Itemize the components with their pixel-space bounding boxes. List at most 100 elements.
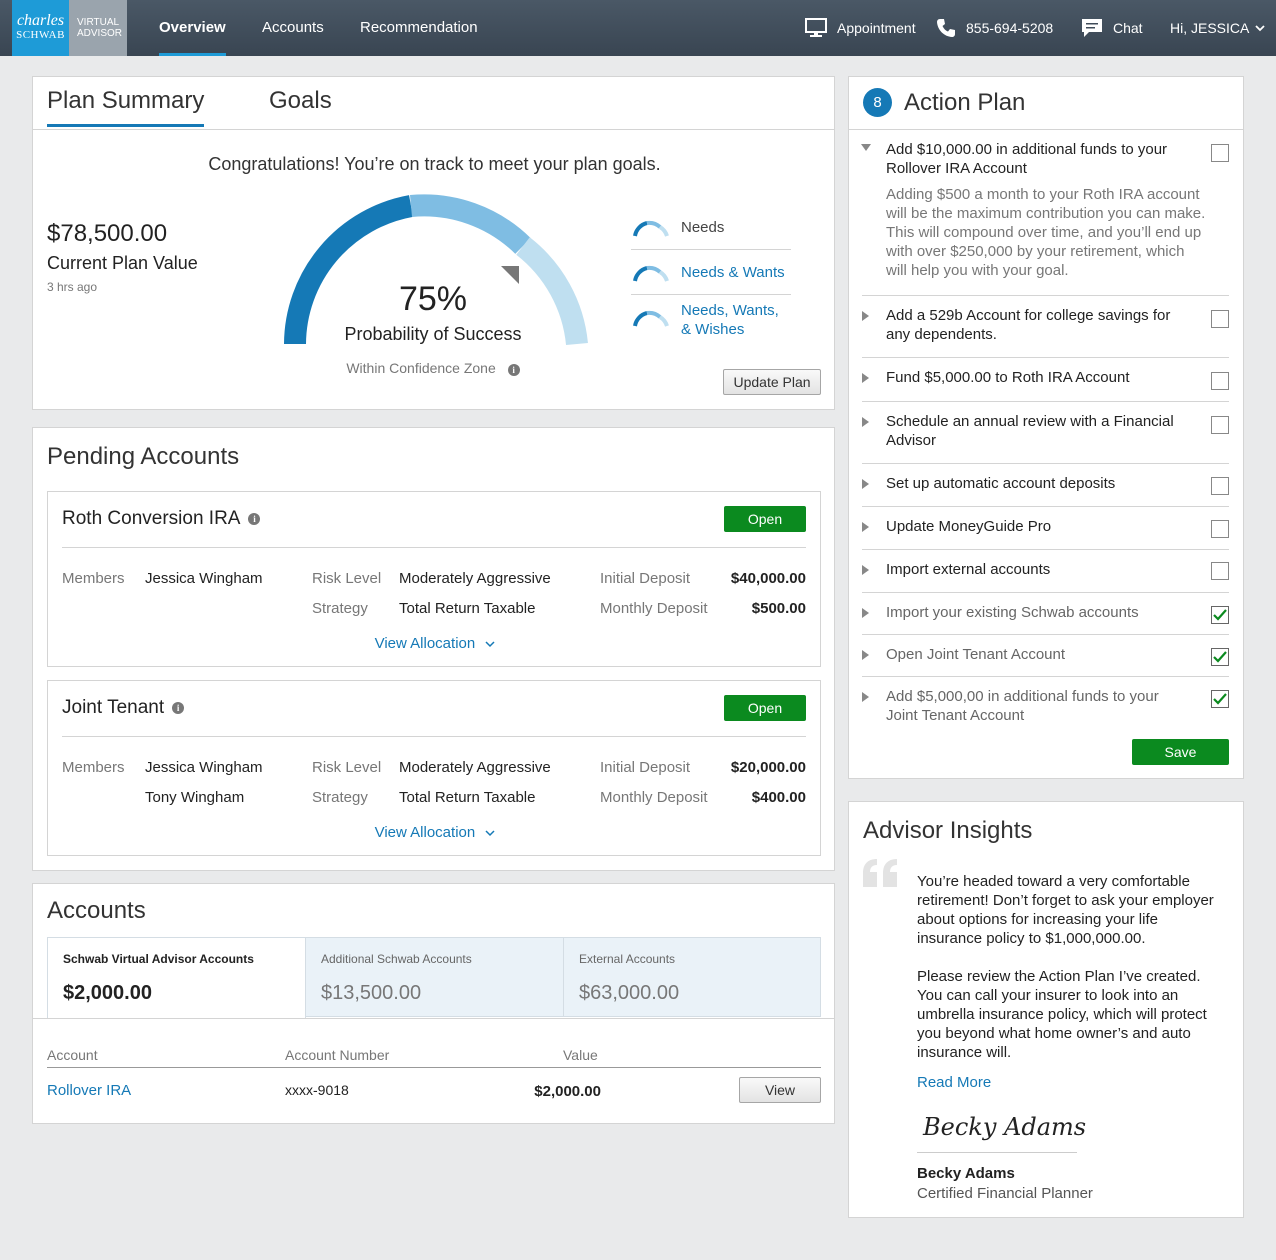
- user-greeting: Hi, JESSICA: [1170, 20, 1250, 36]
- advisor-signature: Becky Adams: [923, 1113, 1087, 1141]
- nav-tab-recommendation[interactable]: Recommendation: [360, 0, 478, 56]
- open-button[interactable]: Open: [724, 506, 806, 532]
- user-menu[interactable]: Hi, JESSICA: [1170, 0, 1265, 56]
- tile-schwab-virtual-advisor[interactable]: Schwab Virtual Advisor Accounts $2,000.0…: [47, 937, 306, 1018]
- risk-label: Risk Level: [312, 570, 382, 587]
- caret-right-icon[interactable]: [862, 479, 869, 489]
- chat-label: Chat: [1113, 20, 1143, 36]
- risk-value: Moderately Aggressive: [399, 759, 551, 776]
- action-checkbox[interactable]: [1211, 477, 1229, 495]
- advisor-title: Certified Financial Planner: [917, 1185, 1093, 1202]
- caret-right-icon[interactable]: [862, 522, 869, 532]
- plan-tabs: Plan Summary Goals: [33, 77, 835, 130]
- tab-goals[interactable]: Goals: [269, 87, 332, 115]
- appointment-label: Appointment: [837, 20, 916, 36]
- action-item[interactable]: Import your existing Schwab accounts: [862, 593, 1229, 635]
- action-item[interactable]: Add $10,000.00 in additional funds to yo…: [861, 130, 1229, 296]
- divider: [62, 736, 806, 737]
- top-nav: charles SCHWAB VIRTUAL ADVISOR Overview …: [0, 0, 1276, 56]
- caret-right-icon[interactable]: [862, 417, 869, 427]
- caret-right-icon[interactable]: [862, 311, 869, 321]
- action-item[interactable]: Open Joint Tenant Account: [862, 635, 1229, 677]
- caret-right-icon[interactable]: [862, 373, 869, 383]
- action-checkbox-checked[interactable]: [1211, 648, 1229, 666]
- action-checkbox[interactable]: [1211, 562, 1229, 580]
- action-item[interactable]: Update MoneyGuide Pro: [862, 507, 1229, 550]
- monthly-deposit-label: Monthly Deposit: [600, 600, 708, 617]
- info-icon[interactable]: i: [248, 513, 261, 525]
- gauge-mini-icon: [633, 220, 669, 237]
- strategy-label: Strategy: [312, 789, 368, 806]
- gauge-mini-icon: [633, 310, 669, 327]
- on-track-message: Congratulations! You’re on track to meet…: [208, 154, 661, 174]
- confidence-zone: Within Confidence Zone i: [273, 360, 593, 376]
- action-plan-header: 8 Action Plan: [849, 77, 1243, 130]
- caret-down-icon[interactable]: [861, 144, 871, 151]
- action-checkbox-checked[interactable]: [1211, 606, 1229, 624]
- monthly-deposit-value: $400.00: [751, 789, 806, 806]
- nav-tab-accounts[interactable]: Accounts: [262, 0, 324, 56]
- pending-accounts-title: Pending Accounts: [47, 443, 240, 470]
- update-plan-button[interactable]: Update Plan: [723, 369, 821, 395]
- legend-wishes-line2: & Wishes: [681, 321, 745, 338]
- plan-value: $78,500.00: [47, 220, 168, 247]
- caret-right-icon[interactable]: [862, 650, 869, 660]
- accounts-card: Accounts Schwab Virtual Advisor Accounts…: [32, 883, 835, 1124]
- tile-additional-schwab[interactable]: Additional Schwab Accounts $13,500.00: [305, 937, 564, 1017]
- chevron-down-icon: [485, 641, 495, 648]
- action-checkbox[interactable]: [1211, 416, 1229, 434]
- action-description: Adding $500 a month to your Roth IRA acc…: [886, 186, 1206, 279]
- plan-summary-card: Plan Summary Goals Congratulations! You’…: [32, 76, 835, 410]
- tab-plan-summary[interactable]: Plan Summary: [47, 87, 205, 127]
- action-item[interactable]: Import external accounts: [862, 550, 1229, 593]
- schwab-logo[interactable]: charles SCHWAB: [12, 0, 69, 56]
- legend-needs-wants[interactable]: Needs & Wants: [631, 264, 785, 282]
- caret-right-icon[interactable]: [862, 565, 869, 575]
- view-allocation-link[interactable]: View Allocation: [48, 635, 822, 652]
- info-icon[interactable]: i: [507, 364, 520, 376]
- action-item[interactable]: Set up automatic account deposits: [862, 464, 1229, 507]
- action-checkbox[interactable]: [1211, 520, 1229, 538]
- tile-label: Additional Schwab Accounts: [321, 952, 472, 966]
- checkmark-icon: [1213, 609, 1227, 621]
- insight-paragraph-2: Please review the Action Plan I’ve creat…: [917, 968, 1207, 1061]
- nav-tab-overview[interactable]: Overview: [159, 0, 226, 56]
- action-item[interactable]: Schedule an annual review with a Financi…: [862, 402, 1229, 464]
- table-header-divider: [47, 1067, 821, 1068]
- pending-account-joint: Joint Tenant i Open Members Jessica Wing…: [47, 680, 821, 856]
- action-text: Import external accounts: [886, 561, 1051, 578]
- action-text: Add $10,000.00 in additional funds to yo…: [886, 141, 1168, 177]
- action-checkbox[interactable]: [1211, 372, 1229, 390]
- open-button[interactable]: Open: [724, 695, 806, 721]
- action-count-badge: 8: [863, 88, 892, 117]
- initial-deposit-value: $40,000.00: [730, 570, 806, 587]
- view-button[interactable]: View: [739, 1077, 821, 1103]
- action-checkbox[interactable]: [1211, 310, 1229, 328]
- action-item[interactable]: Fund $5,000.00 to Roth IRA Account: [862, 358, 1229, 402]
- appointment-link[interactable]: Appointment: [805, 0, 916, 56]
- view-allocation-link[interactable]: View Allocation: [48, 824, 822, 841]
- action-item[interactable]: Add $5,000,00 in additional funds to you…: [862, 677, 1229, 732]
- account-link[interactable]: Rollover IRA: [47, 1082, 131, 1099]
- phone-link[interactable]: 855-694-5208: [936, 0, 1053, 56]
- action-checkbox[interactable]: [1211, 144, 1229, 162]
- action-text: Schedule an annual review with a Financi…: [886, 413, 1174, 449]
- caret-right-icon[interactable]: [862, 608, 869, 618]
- advisor-name: Becky Adams: [917, 1165, 1015, 1182]
- members-label: Members: [62, 759, 125, 776]
- legend-divider: [631, 249, 791, 250]
- action-checkbox-checked[interactable]: [1211, 690, 1229, 708]
- read-more-link[interactable]: Read More: [917, 1074, 991, 1091]
- logo-line1: charles: [16, 12, 65, 29]
- save-button[interactable]: Save: [1132, 739, 1229, 765]
- legend-needs-wants-wishes[interactable]: Needs, Wants, & Wishes: [631, 301, 779, 339]
- info-icon[interactable]: i: [172, 702, 185, 714]
- legend-wishes-line1: Needs, Wants,: [681, 302, 779, 319]
- phone-icon: [937, 19, 955, 37]
- tile-external[interactable]: External Accounts $63,000.00: [563, 937, 821, 1017]
- action-item[interactable]: Add a 529b Account for college savings f…: [862, 296, 1229, 358]
- caret-right-icon[interactable]: [862, 692, 869, 702]
- action-text: Add a 529b Account for college savings f…: [886, 307, 1171, 343]
- chat-link[interactable]: Chat: [1081, 0, 1143, 56]
- action-plan-title: Action Plan: [904, 89, 1026, 116]
